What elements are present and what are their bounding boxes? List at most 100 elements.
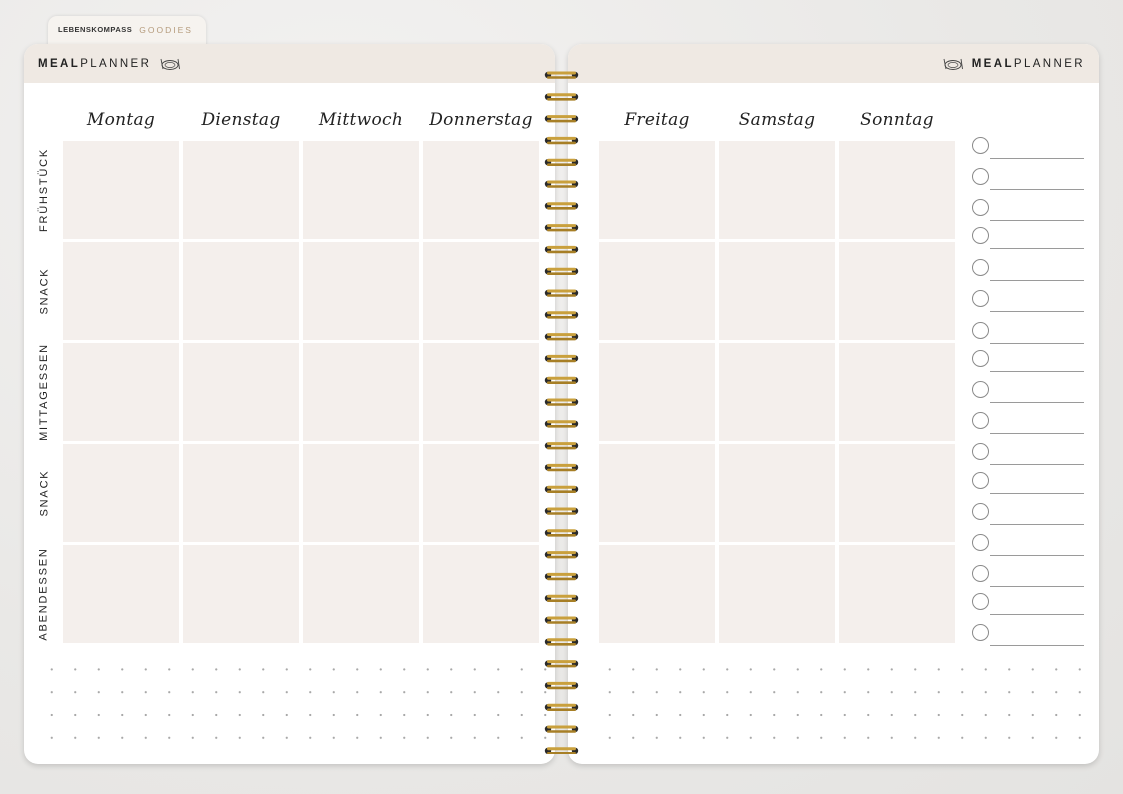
day-header-donnerstag: Donnerstag [429, 110, 533, 130]
meal-cell[interactable] [183, 444, 299, 542]
meal-cell[interactable] [839, 343, 955, 441]
meal-cell[interactable] [63, 343, 179, 441]
left-page-header: MEALPLANNER [24, 44, 555, 83]
checklist-line[interactable] [990, 158, 1084, 159]
meal-cell[interactable] [303, 141, 419, 239]
meal-cell[interactable] [303, 343, 419, 441]
checklist-line[interactable] [990, 493, 1084, 494]
checklist-line[interactable] [990, 645, 1084, 646]
dot-grid-notes[interactable] [40, 658, 552, 758]
circle-checkbox-icon[interactable] [972, 168, 989, 185]
meal-label-text: MITTAGESSEN [38, 343, 51, 441]
meal-cell[interactable] [839, 444, 955, 542]
meal-cell[interactable] [599, 141, 715, 239]
circle-checkbox-icon[interactable] [972, 137, 989, 154]
meal-cell[interactable] [719, 141, 835, 239]
checklist-line[interactable] [990, 614, 1084, 615]
checklist-line[interactable] [990, 433, 1084, 434]
meal-cell[interactable] [63, 141, 179, 239]
checklist-row[interactable] [970, 349, 1088, 373]
spiral-ring [544, 442, 579, 450]
circle-checkbox-icon[interactable] [972, 227, 989, 244]
checklist-row[interactable] [970, 136, 1088, 160]
meal-cell[interactable] [719, 444, 835, 542]
meal-cell[interactable] [423, 242, 539, 340]
checklist-line[interactable] [990, 248, 1084, 249]
meal-cell[interactable] [303, 242, 419, 340]
circle-checkbox-icon[interactable] [972, 412, 989, 429]
meal-cell[interactable] [599, 242, 715, 340]
circle-checkbox-icon[interactable] [972, 443, 989, 460]
meal-cell[interactable] [599, 343, 715, 441]
circle-checkbox-icon[interactable] [972, 350, 989, 367]
checklist-row[interactable] [970, 442, 1088, 466]
meal-cell[interactable] [63, 242, 179, 340]
spiral-ring [544, 180, 579, 188]
circle-checkbox-icon[interactable] [972, 259, 989, 276]
meal-cell[interactable] [839, 545, 955, 643]
spiral-ring [544, 507, 579, 515]
checklist-line[interactable] [990, 220, 1084, 221]
checklist-row[interactable] [970, 321, 1088, 345]
circle-checkbox-icon[interactable] [972, 624, 989, 641]
checklist-line[interactable] [990, 524, 1084, 525]
circle-checkbox-icon[interactable] [972, 593, 989, 610]
checklist-line[interactable] [990, 311, 1084, 312]
meal-cell[interactable] [303, 545, 419, 643]
meal-cell[interactable] [423, 343, 539, 441]
circle-checkbox-icon[interactable] [972, 199, 989, 216]
circle-checkbox-icon[interactable] [972, 322, 989, 339]
spiral-ring [544, 267, 579, 275]
checklist-row[interactable] [970, 198, 1088, 222]
spiral-ring [544, 420, 579, 428]
meal-cell[interactable] [303, 444, 419, 542]
checklist-line[interactable] [990, 586, 1084, 587]
checklist-line[interactable] [990, 343, 1084, 344]
meal-cell[interactable] [719, 545, 835, 643]
meal-cell[interactable] [183, 343, 299, 441]
meal-cell[interactable] [719, 343, 835, 441]
circle-checkbox-icon[interactable] [972, 290, 989, 307]
meal-cell[interactable] [63, 444, 179, 542]
checklist-row[interactable] [970, 502, 1088, 526]
checklist-row[interactable] [970, 380, 1088, 404]
meal-label-text: ABENDESSEN [38, 547, 51, 641]
circle-checkbox-icon[interactable] [972, 503, 989, 520]
checklist-row[interactable] [970, 533, 1088, 557]
checklist-row[interactable] [970, 564, 1088, 588]
checklist-row[interactable] [970, 289, 1088, 313]
meal-cell[interactable] [183, 242, 299, 340]
meal-cell[interactable] [423, 444, 539, 542]
checklist-line[interactable] [990, 189, 1084, 190]
checklist-line[interactable] [990, 555, 1084, 556]
meal-cell[interactable] [63, 545, 179, 643]
meal-cell[interactable] [599, 444, 715, 542]
meal-cell[interactable] [423, 141, 539, 239]
checklist-row[interactable] [970, 623, 1088, 647]
checklist-line[interactable] [990, 280, 1084, 281]
meal-cell[interactable] [839, 242, 955, 340]
dot-grid-notes[interactable] [598, 658, 1098, 758]
meal-cell[interactable] [423, 545, 539, 643]
checklist-row[interactable] [970, 226, 1088, 250]
right-page-header: MEALPLANNER [568, 44, 1099, 83]
circle-checkbox-icon[interactable] [972, 534, 989, 551]
checklist-row[interactable] [970, 592, 1088, 616]
meal-cell[interactable] [839, 141, 955, 239]
meal-cell[interactable] [719, 242, 835, 340]
checklist-row[interactable] [970, 167, 1088, 191]
checklist-row[interactable] [970, 258, 1088, 282]
checklist-line[interactable] [990, 464, 1084, 465]
meal-label-text: SNACK [38, 469, 50, 517]
checklist-row[interactable] [970, 411, 1088, 435]
meal-cell[interactable] [183, 141, 299, 239]
circle-checkbox-icon[interactable] [972, 565, 989, 582]
checklist-line[interactable] [990, 371, 1084, 372]
circle-checkbox-icon[interactable] [972, 472, 989, 489]
meal-cell[interactable] [599, 545, 715, 643]
checklist-row[interactable] [970, 471, 1088, 495]
meal-label: MITTAGESSEN [32, 343, 56, 441]
circle-checkbox-icon[interactable] [972, 381, 989, 398]
checklist-line[interactable] [990, 402, 1084, 403]
meal-cell[interactable] [183, 545, 299, 643]
